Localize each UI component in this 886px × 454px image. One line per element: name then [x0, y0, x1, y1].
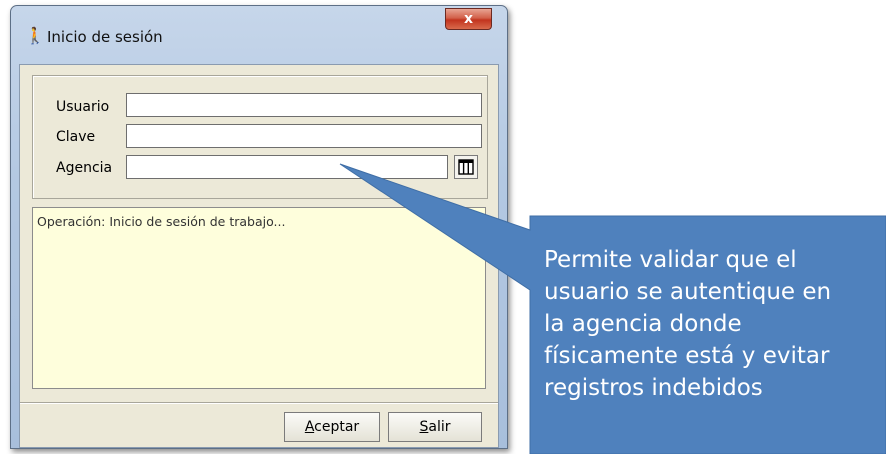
clave-label: Clave [56, 129, 96, 145]
window-client-area: Usuario Clave Agencia Operación: Inicio … [19, 64, 499, 448]
aceptar-accelerator: A [304, 419, 315, 435]
usuario-label: Usuario [56, 99, 110, 115]
salir-button[interactable]: Salir [388, 412, 482, 442]
close-button[interactable]: x [445, 8, 492, 30]
usuario-input[interactable] [126, 93, 482, 117]
button-divider [20, 402, 498, 404]
login-window: 🚶 Inicio de sesión x Usuario Clave Agenc… [10, 5, 508, 449]
clave-input[interactable] [126, 124, 482, 148]
aceptar-label-rest: ceptar [314, 419, 360, 435]
operation-log: Operación: Inicio de sesión de trabajo..… [32, 207, 486, 389]
salir-label-rest: alir [428, 419, 451, 435]
callout-text: Permite validar que el usuario se autent… [544, 247, 832, 401]
grid-table-icon [458, 159, 474, 175]
walking-person-icon: 🚶 [25, 28, 45, 45]
agencia-lookup-button[interactable] [454, 155, 478, 179]
window-title: Inicio de sesión [47, 28, 163, 46]
aceptar-button[interactable]: Aceptar [284, 412, 380, 442]
agencia-input[interactable] [126, 155, 448, 179]
agencia-label: Agencia [56, 160, 113, 176]
